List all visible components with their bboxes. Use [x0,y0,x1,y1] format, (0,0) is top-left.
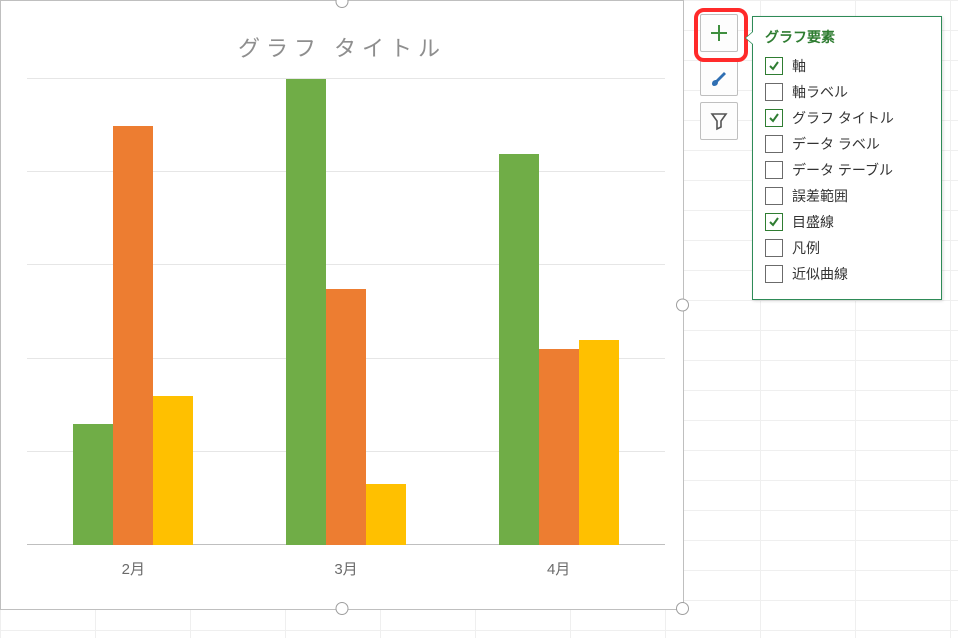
checkbox[interactable] [765,161,783,179]
category-axis-labels: 2月 3月 4月 [27,558,665,579]
chart-element-option[interactable]: 凡例 [765,235,929,261]
checkbox[interactable] [765,135,783,153]
chart-element-option[interactable]: 軸ラベル [765,79,929,105]
bar[interactable] [539,349,579,545]
checkbox[interactable] [765,239,783,257]
bar[interactable] [286,79,326,545]
checkbox[interactable] [765,109,783,127]
option-label: データ テーブル [792,160,893,180]
checkbox[interactable] [765,187,783,205]
option-label: 軸ラベル [792,82,848,102]
funnel-icon [709,111,729,131]
chart-element-option[interactable]: データ テーブル [765,157,929,183]
option-label: 凡例 [792,238,820,258]
chart-element-option[interactable]: グラフ タイトル [765,105,929,131]
chart-element-option[interactable]: データ ラベル [765,131,929,157]
option-label: 目盛線 [792,212,834,232]
checkbox[interactable] [765,213,783,231]
checkbox[interactable] [765,57,783,75]
bar[interactable] [579,340,619,545]
bar[interactable] [73,424,113,545]
option-label: データ ラベル [792,134,880,154]
resize-handle-top[interactable] [336,0,349,8]
chart-title[interactable]: グラフ タイトル [9,31,675,63]
bar[interactable] [499,154,539,545]
chart-elements-flyout: グラフ要素 軸軸ラベルグラフ タイトルデータ ラベルデータ テーブル誤差範囲目盛… [752,16,942,300]
chart-side-toolbar [700,14,738,140]
chart-styles-button[interactable] [700,58,738,96]
bar[interactable] [153,396,193,545]
option-label: 軸 [792,56,806,76]
bar-group[interactable] [240,79,452,545]
checkbox[interactable] [765,265,783,283]
plot-area[interactable] [27,79,665,545]
category-label: 2月 [122,558,145,579]
bar[interactable] [366,484,406,545]
category-label: 3月 [334,558,357,579]
option-label: 近似曲線 [792,264,848,284]
bar-group[interactable] [452,79,664,545]
resize-handle-bottom-right[interactable] [676,602,689,615]
chart-filters-button[interactable] [700,102,738,140]
chart-object[interactable]: グラフ タイトル 2月 3月 4月 [0,0,684,610]
plus-icon [709,23,729,43]
resize-handle-bottom[interactable] [336,602,349,615]
chart-element-option[interactable]: 目盛線 [765,209,929,235]
chart-element-option[interactable]: 誤差範囲 [765,183,929,209]
bar-group[interactable] [27,79,239,545]
category-label: 4月 [547,558,570,579]
brush-icon [709,67,729,87]
bar[interactable] [113,126,153,545]
option-label: 誤差範囲 [792,186,848,206]
chart-elements-button[interactable] [700,14,738,52]
flyout-title: グラフ要素 [753,17,941,53]
chart-element-option[interactable]: 軸 [765,53,929,79]
option-label: グラフ タイトル [792,108,894,128]
checkbox[interactable] [765,83,783,101]
resize-handle-right[interactable] [676,299,689,312]
bar[interactable] [326,289,366,545]
chart-element-option[interactable]: 近似曲線 [765,261,929,287]
